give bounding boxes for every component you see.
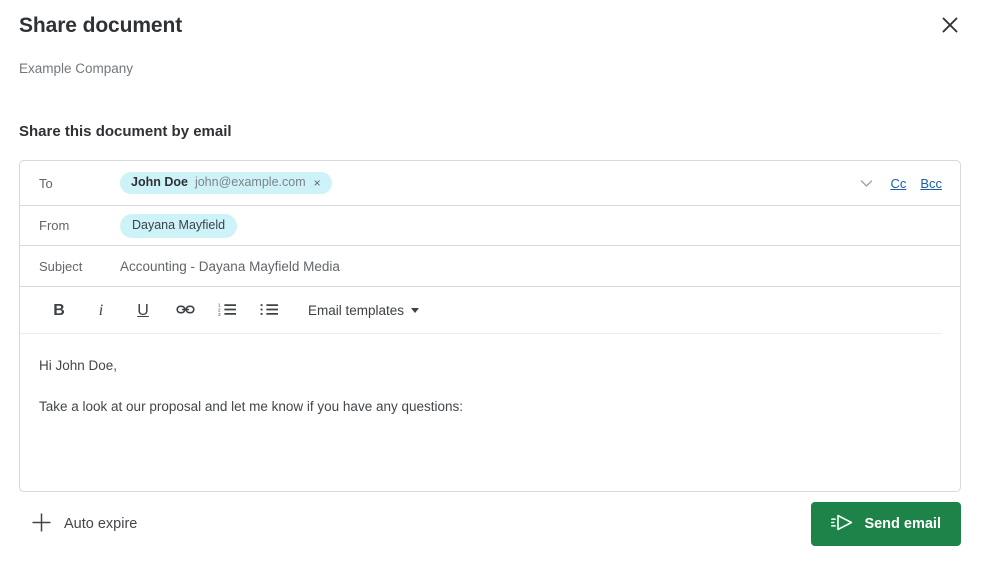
subject-input[interactable]: Accounting - Dayana Mayfield Media (120, 259, 340, 274)
sender-chip[interactable]: Dayana Mayfield (120, 214, 237, 238)
plus-icon (31, 512, 52, 536)
body-greeting: Hi John Doe, (39, 356, 940, 376)
editor-toolbar: B i U 1 (20, 287, 960, 334)
send-icon (831, 514, 853, 535)
subject-label: Subject (20, 259, 120, 274)
cc-button[interactable]: Cc (890, 176, 906, 191)
italic-button[interactable]: i (80, 294, 122, 328)
svg-text:3: 3 (218, 312, 221, 317)
subject-row[interactable]: Subject Accounting - Dayana Mayfield Med… (20, 246, 960, 287)
bold-button[interactable]: B (38, 294, 80, 328)
from-sender[interactable]: Dayana Mayfield (120, 214, 948, 238)
body-paragraph: Take a look at our proposal and let me k… (39, 397, 940, 417)
email-templates-label: Email templates (308, 303, 404, 318)
caret-down-icon (411, 308, 419, 313)
to-recipients[interactable]: John Doe john@example.com × (120, 172, 857, 194)
to-actions: Cc Bcc (857, 176, 948, 191)
bcc-button[interactable]: Bcc (920, 176, 942, 191)
link-icon (176, 302, 195, 320)
auto-expire-button[interactable]: Auto expire (29, 508, 139, 540)
recipient-email: john@example.com (195, 175, 306, 190)
recipient-name: John Doe (131, 175, 188, 190)
to-row[interactable]: To John Doe john@example.com × Cc Bcc (20, 161, 960, 206)
compose-card: To John Doe john@example.com × Cc Bcc (19, 160, 961, 492)
underline-icon: U (137, 303, 149, 319)
sender-name: Dayana Mayfield (132, 218, 225, 233)
unordered-list-button[interactable] (248, 294, 290, 328)
ordered-list-icon: 1 2 3 (218, 302, 237, 320)
close-icon[interactable] (936, 11, 964, 39)
unordered-list-icon (260, 302, 279, 320)
remove-recipient-icon[interactable]: × (313, 177, 322, 189)
email-body-editor[interactable]: Hi John Doe, Take a look at our proposal… (20, 334, 960, 416)
ordered-list-button[interactable]: 1 2 3 (206, 294, 248, 328)
chevron-down-icon[interactable] (857, 177, 876, 190)
link-button[interactable] (164, 294, 206, 328)
page-title: Share document (19, 14, 182, 38)
to-label: To (20, 176, 120, 191)
from-row[interactable]: From Dayana Mayfield (20, 206, 960, 246)
italic-icon: i (99, 303, 103, 319)
bold-icon: B (53, 303, 65, 319)
from-label: From (20, 218, 120, 233)
send-email-label: Send email (864, 516, 941, 532)
share-document-dialog: Share document Example Company Share thi… (0, 0, 985, 563)
auto-expire-label: Auto expire (64, 516, 137, 532)
send-email-button[interactable]: Send email (811, 502, 961, 546)
company-subtitle: Example Company (19, 61, 133, 76)
subject-value-wrap[interactable]: Accounting - Dayana Mayfield Media (120, 259, 948, 274)
email-templates-dropdown[interactable]: Email templates (306, 299, 421, 322)
recipient-chip[interactable]: John Doe john@example.com × (120, 172, 332, 194)
underline-button[interactable]: U (122, 294, 164, 328)
section-title: Share this document by email (19, 123, 232, 140)
